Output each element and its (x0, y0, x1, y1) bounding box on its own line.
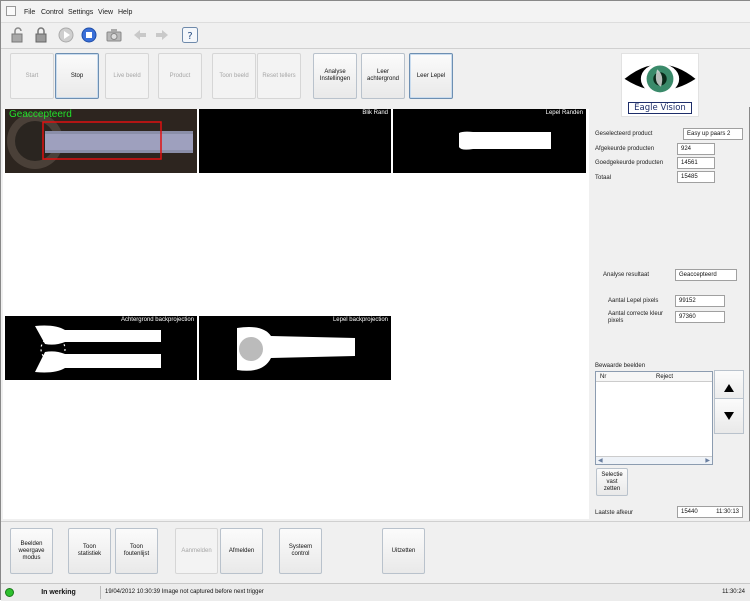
background-backprojection-caption: Achtergrond backprojection (120, 317, 194, 323)
rejected-products-label: Afgekeurde producten (595, 146, 655, 152)
machine-state: In werking (17, 586, 101, 599)
logo-text: Eagle Vision (628, 102, 692, 114)
forward-arrow-icon[interactable] (153, 26, 171, 44)
rejected-products-field: 924 (677, 143, 715, 155)
shutdown-button[interactable]: Uitzetten (382, 528, 425, 574)
status-bar: In werking 19/04/2012 10:30:39 Image not… (1, 583, 750, 601)
horizontal-scrollbar[interactable]: ◀ ▶ (596, 456, 712, 464)
arrow-down-icon (724, 412, 734, 420)
system-control-button[interactable]: Systeem control (279, 528, 322, 574)
svg-text:?: ? (187, 31, 192, 42)
back-arrow-icon[interactable] (131, 26, 149, 44)
spoon-backprojection-graphic (237, 327, 355, 371)
logout-button[interactable]: Afmelden (220, 528, 263, 574)
background-backprojection-graphic (35, 325, 161, 373)
start-button[interactable]: Start (10, 53, 54, 99)
image-display-mode-button[interactable]: Beelden weergave modus (10, 528, 53, 574)
play-icon[interactable] (57, 26, 75, 44)
column-nr[interactable]: Nr (600, 374, 606, 380)
background-backprojection-panel[interactable]: Achtergrond backprojection (5, 316, 197, 380)
last-reject-field: 15440 11:30:13 (677, 506, 743, 518)
analysis-result-field: Geaccepteerd (675, 269, 737, 281)
scroll-down-button[interactable] (714, 398, 744, 434)
eagle-eye-icon (624, 63, 696, 95)
running-indicator-icon (5, 588, 14, 597)
arrow-up-icon (724, 384, 734, 392)
spoon-pixels-label: Aantal Lepel pixels (608, 298, 659, 304)
lepel-randen-panel[interactable]: Lepel Randen (393, 109, 586, 173)
menu-bar: File Control Settings View Help (1, 1, 750, 23)
spoon-backprojection-panel[interactable]: Lepel backprojection (199, 316, 391, 380)
toolbar: ? (1, 23, 750, 49)
column-reject[interactable]: Reject (656, 374, 673, 380)
approved-products-field: 14561 (677, 157, 715, 169)
reset-counters-button[interactable]: Reset tellers (257, 53, 301, 99)
select-fixed-button[interactable]: Selectie vast zetten (596, 468, 628, 496)
last-reject-time: 11:30:13 (716, 509, 739, 515)
show-error-list-button[interactable]: Toon foutenlijst (115, 528, 158, 574)
stop-button[interactable]: Stop (55, 53, 99, 99)
live-view-button[interactable]: Live beeld (105, 53, 149, 99)
correct-color-pixels-field: 97360 (675, 311, 725, 323)
lepel-randen-graphic (459, 131, 551, 150)
product-button[interactable]: Product (158, 53, 202, 99)
lock-icon[interactable] (32, 26, 50, 44)
status-clock: 11:30:24 (722, 589, 745, 595)
scroll-left-icon[interactable]: ◀ (598, 457, 603, 464)
login-button[interactable]: Aanmelden (175, 528, 218, 574)
last-reject-count: 15440 (681, 509, 698, 515)
selected-product-label: Geselecteerd product (595, 131, 653, 137)
scroll-right-icon[interactable]: ▶ (705, 457, 710, 464)
saved-images-title: Bewaarde beelden (595, 363, 646, 369)
camera-icon[interactable] (105, 26, 123, 44)
menu-view[interactable]: View (98, 9, 113, 16)
selected-product-field: Easy up paars 2 (683, 128, 743, 140)
lock-open-icon[interactable] (9, 26, 27, 44)
stop-icon[interactable] (80, 26, 98, 44)
saved-images-list[interactable]: Nr Reject ◀ ▶ (595, 371, 713, 465)
blik-rand-caption: Blik Rand (362, 110, 388, 116)
last-reject-label: Laatste afkeur (595, 510, 634, 516)
learn-spoon-button[interactable]: Leer Lepel (409, 53, 453, 99)
analysis-settings-button[interactable]: Analyse Instellingen (313, 53, 357, 99)
show-statistics-button[interactable]: Toon statistiek (68, 528, 111, 574)
approved-products-label: Goedgekeurde producten (595, 160, 664, 166)
menu-help[interactable]: Help (118, 9, 132, 16)
total-field: 15485 (677, 171, 715, 183)
help-icon[interactable]: ? (181, 26, 199, 44)
status-message: 19/04/2012 10:30:39 Image not captured b… (105, 589, 264, 595)
camera-image-main[interactable]: Geaccepteerd (5, 109, 197, 173)
menu-control[interactable]: Control (41, 9, 64, 16)
spoon-pixels-field: 99152 (675, 295, 725, 307)
analysis-result-label: Analyse resultaat (603, 272, 650, 278)
menu-settings[interactable]: Settings (68, 9, 93, 16)
eagle-vision-logo: Eagle Vision (621, 53, 699, 117)
app-window: File Control Settings View Help ? Start … (0, 0, 750, 601)
lepel-randen-caption: Lepel Randen (545, 110, 583, 116)
saved-images-header: Nr Reject (596, 372, 712, 382)
learn-background-button[interactable]: Leer achtergrond (361, 53, 405, 99)
show-image-button[interactable]: Toon beeld (212, 53, 256, 99)
correct-color-pixels-label: Aantal correcte kleur pixels (608, 311, 664, 324)
acceptance-status-overlay: Geaccepteerd (9, 109, 72, 120)
spoon-backprojection-caption: Lepel backprojection (332, 317, 388, 323)
app-icon (6, 6, 16, 16)
bottom-button-bar: Beelden weergave modus Toon statistiek T… (1, 521, 750, 583)
total-label: Totaal (595, 175, 612, 181)
blik-rand-panel[interactable]: Blik Rand (199, 109, 391, 173)
menu-file[interactable]: File (24, 9, 35, 16)
